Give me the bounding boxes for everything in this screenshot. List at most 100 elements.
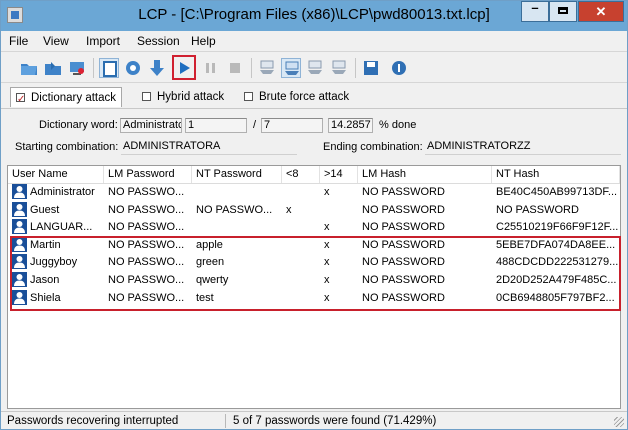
status-bar: Passwords recovering interrupted 5 of 7 …: [1, 411, 627, 429]
cell-more-than-14: x: [324, 221, 330, 234]
nt-hash-icon[interactable]: [281, 58, 301, 78]
cell-nt-password: NO PASSWO...: [196, 203, 273, 216]
dictionary-word-field: Administratc: [120, 118, 182, 133]
table-row[interactable]: Martin NO PASSWO... apple x NO PASSWORD 5EBE7…: [8, 236, 620, 254]
brute-force-checkbox[interactable]: [244, 92, 253, 101]
start-button-highlight: [172, 55, 196, 80]
tab-dictionary-attack[interactable]: Dictionary attack: [10, 87, 123, 110]
toolbar-separator: [93, 58, 94, 78]
user-account-icon: [12, 272, 27, 287]
nt-lm-icon[interactable]: [329, 58, 349, 78]
table-row[interactable]: Juggyboy NO PASSWO... green x NO PASSWORD 488…: [8, 253, 620, 271]
user-account-icon: [12, 201, 27, 217]
tab-label: Brute force attack: [259, 91, 350, 103]
new-session-icon[interactable]: [99, 58, 119, 78]
help-icon[interactable]: [389, 58, 409, 78]
column-nt-password[interactable]: NT Password: [192, 166, 282, 183]
attack-tabs: Dictionary attack Hybrid attack Brute fo…: [1, 85, 627, 110]
cell-more-than-14: x: [324, 256, 330, 269]
cell-nt-hash: C25510219F66F9F12F...: [496, 221, 619, 234]
column-more-than-14[interactable]: >14: [320, 166, 358, 183]
close-button[interactable]: ✕: [578, 1, 624, 22]
menu-session[interactable]: Session: [137, 34, 180, 48]
word-index-field: 1: [185, 118, 247, 133]
column-lm-password[interactable]: LM Password: [104, 166, 192, 183]
cell-less-than-8: [282, 289, 320, 307]
accounts-grid: User Name LM Password NT Password <8 >14…: [7, 165, 621, 409]
cell-lm-password: NO PASSWO...: [108, 274, 185, 286]
lm-hash-icon[interactable]: [257, 58, 277, 78]
tab-hybrid-attack[interactable]: Hybrid attack: [142, 87, 224, 107]
table-row[interactable]: LANGUAR... NO PASSWO... x NO PASSWORD C25510…: [8, 218, 620, 236]
tab-brute-force-attack[interactable]: Brute force attack: [244, 87, 349, 107]
slash-label: /: [253, 119, 257, 131]
cell-nt-hash: 488CDCDD222531279...: [496, 256, 619, 269]
cell-nt-hash: BE40C450AB99713DF...: [496, 186, 618, 198]
maximize-button[interactable]: [549, 1, 577, 22]
cell-more-than-14: x: [324, 238, 330, 251]
minimize-button[interactable]: –: [521, 1, 549, 22]
cell-lm-hash: NO PASSWORD: [362, 238, 445, 251]
hybrid-checkbox[interactable]: [142, 92, 151, 101]
user-account-icon: [12, 219, 27, 235]
cell-less-than-8: [282, 183, 320, 201]
dictionary-checkbox[interactable]: [16, 90, 25, 110]
stop-icon[interactable]: [225, 58, 245, 78]
resize-grip[interactable]: [614, 417, 624, 427]
tab-label: Dictionary attack: [31, 92, 117, 104]
lm-nt-icon[interactable]: [305, 58, 325, 78]
ending-combination-label: Ending combination:: [323, 141, 423, 153]
cell-lm-password: NO PASSWO...: [108, 238, 185, 251]
cell-less-than-8: [282, 271, 320, 289]
options-icon[interactable]: [123, 58, 143, 78]
import-icon[interactable]: [43, 58, 63, 78]
pause-icon[interactable]: [201, 58, 221, 78]
cell-lm-hash: NO PASSWORD: [362, 291, 445, 304]
grid-header: User Name LM Password NT Password <8 >14…: [8, 166, 620, 184]
cell-less-than-8: [282, 253, 320, 271]
cell-lm-password: NO PASSWO...: [108, 256, 185, 269]
menu-view[interactable]: View: [43, 34, 69, 48]
open-icon[interactable]: [19, 58, 39, 78]
user-account-icon: [12, 254, 27, 270]
table-row[interactable]: Shiela NO PASSWO... test x NO PASSWORD 0CB694…: [8, 289, 620, 307]
cell-more-than-14: [320, 201, 358, 219]
toolbar-separator: [355, 58, 356, 78]
cell-nt-password: qwerty: [196, 274, 229, 286]
cell-more-than-14: x: [324, 291, 330, 304]
column-nt-hash[interactable]: NT Hash: [492, 166, 620, 183]
cell-lm-password: NO PASSWO...: [108, 203, 185, 216]
cell-nt-hash: 2D20D252A479F485C...: [496, 274, 617, 286]
menu-help[interactable]: Help: [191, 34, 216, 48]
cell-more-than-14: x: [324, 274, 330, 286]
table-row[interactable]: Administrator NO PASSWO... x NO PASSWORD BE4…: [8, 183, 620, 201]
cell-nt-hash: 0CB6948805F797BF2...: [496, 291, 615, 304]
import-remote-icon[interactable]: [67, 58, 87, 78]
cell-nt-password: [192, 218, 282, 236]
column-lm-hash[interactable]: LM Hash: [358, 166, 492, 183]
menu-import[interactable]: Import: [86, 34, 120, 48]
cell-nt-password: [192, 183, 282, 201]
word-total-field: 7: [261, 118, 323, 133]
column-user-name[interactable]: User Name: [8, 166, 104, 183]
menu-file[interactable]: File: [9, 34, 28, 48]
cell-nt-password: green: [196, 256, 225, 269]
starting-combination-label: Starting combination:: [15, 141, 119, 153]
column-less-than-8[interactable]: <8: [282, 166, 320, 183]
tab-label: Hybrid attack: [157, 91, 225, 103]
cell-lm-hash: NO PASSWORD: [362, 274, 445, 286]
cell-nt-password: apple: [196, 238, 223, 251]
cell-nt-password: test: [196, 291, 214, 304]
table-row[interactable]: Jason NO PASSWO... qwerty x NO PASSWORD 2D20D…: [8, 271, 620, 289]
cell-lm-password: NO PASSWO...: [108, 186, 185, 198]
percent-done-label: % done: [379, 119, 417, 131]
status-message: Passwords recovering interrupted: [7, 415, 179, 427]
status-separator: [225, 414, 226, 428]
cell-less-than-8: [282, 218, 320, 236]
title-bar[interactable]: LCP - [C:\Program Files (x86)\LCP\pwd800…: [1, 1, 627, 31]
user-account-icon: [12, 184, 27, 199]
download-icon[interactable]: [147, 58, 167, 78]
table-row[interactable]: Guest NO PASSWO... NO PASSWO... x NO PASSWOR…: [8, 201, 620, 219]
cell-lm-hash: NO PASSWORD: [362, 203, 445, 216]
save-icon[interactable]: [361, 58, 381, 78]
